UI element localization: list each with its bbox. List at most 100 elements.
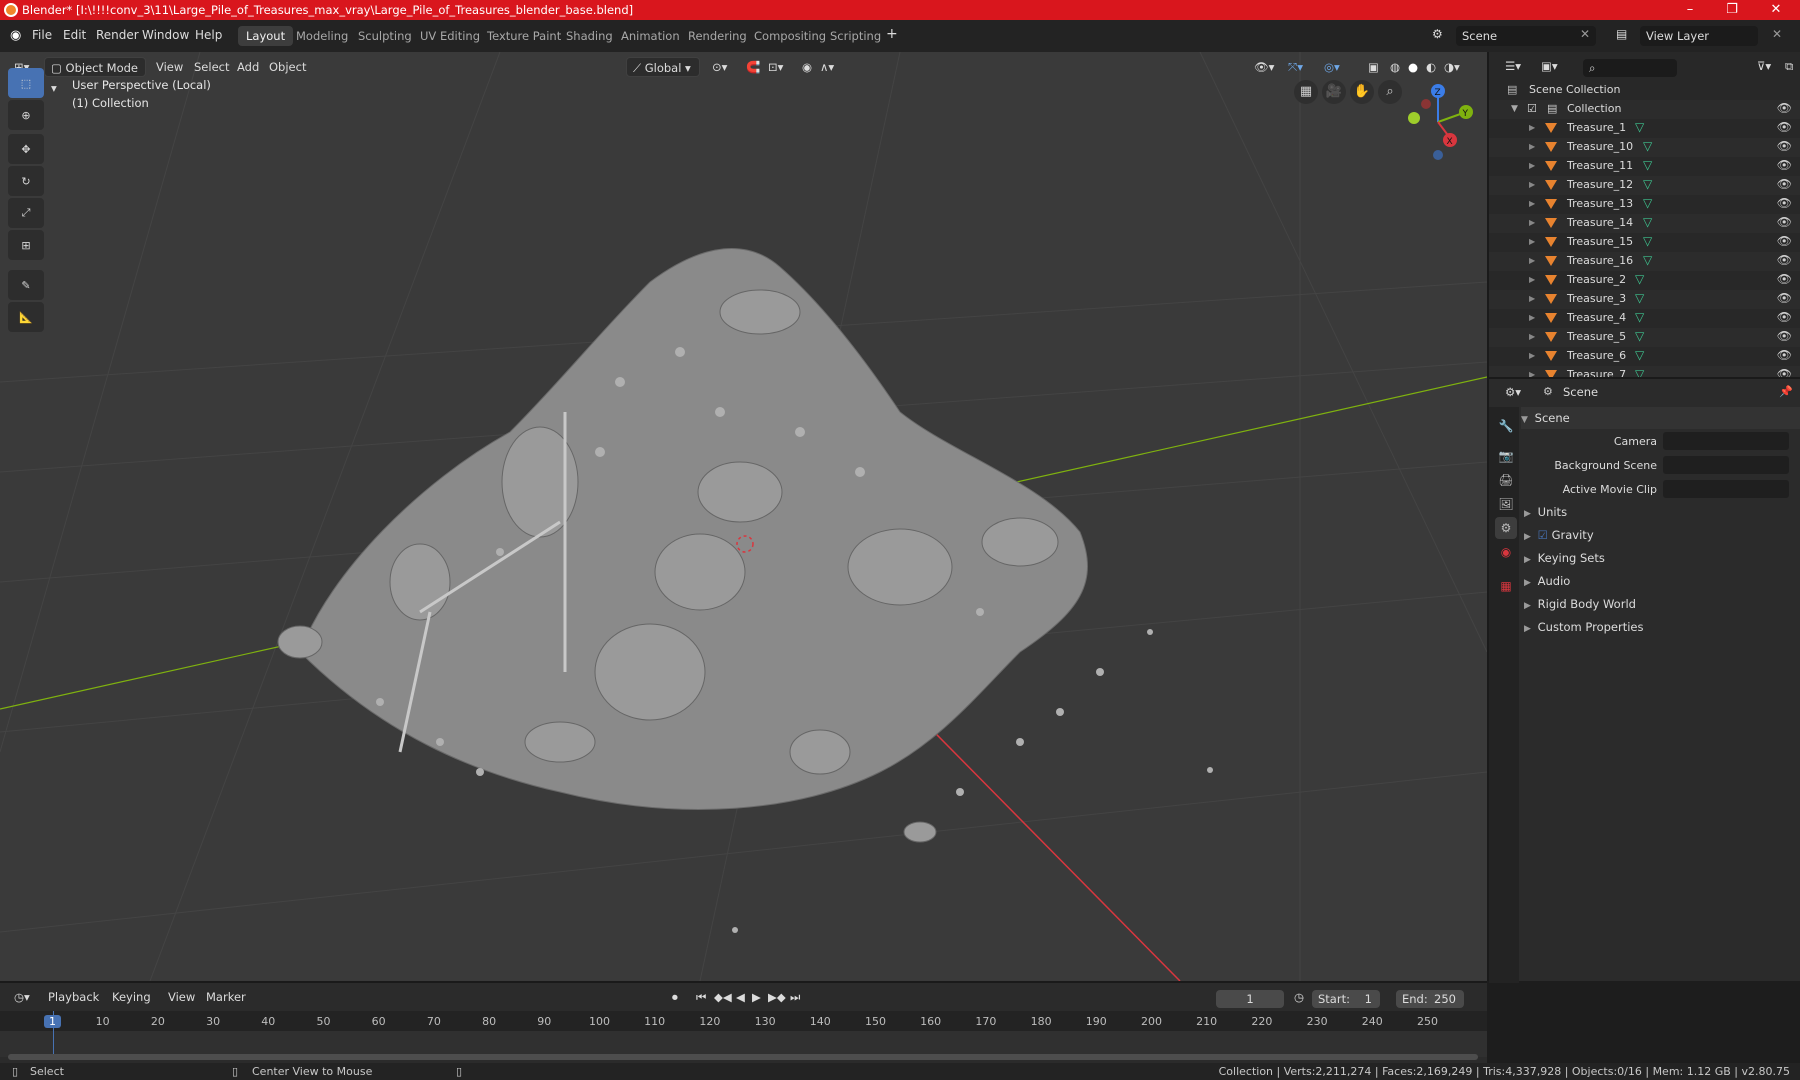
timeline-editor-type-icon[interactable]: ◷▾ (8, 987, 36, 1007)
current-frame-field[interactable]: 1 (1216, 990, 1284, 1008)
visibility-icon[interactable]: 👁 (1777, 253, 1792, 267)
gravity-checkbox[interactable]: ☑ (1538, 528, 1548, 542)
timeline-menu-playback[interactable]: Playback (42, 987, 105, 1007)
menu-edit[interactable]: Edit (63, 28, 86, 42)
expand-icon[interactable]: ▶ (1529, 237, 1535, 246)
collection-visibility-icon[interactable]: 👁 (1777, 101, 1792, 115)
scene-field[interactable]: Scene (1456, 26, 1596, 46)
keying-sets-section[interactable]: ▶ Keying Sets (1524, 547, 1605, 569)
mesh-data-icon[interactable]: ▽ (1643, 196, 1652, 210)
outliner-row-object[interactable]: ▶ Treasure_16 ▽ 👁 (1489, 252, 1800, 271)
falloff-icon[interactable]: ∧▾ (814, 57, 840, 77)
visibility-icon[interactable]: 👁 (1777, 215, 1792, 229)
scale-tool-icon[interactable]: ⤢ (8, 198, 44, 228)
visibility-icon[interactable]: 👁 (1777, 234, 1792, 248)
measure-tool-icon[interactable]: 📐 (8, 302, 44, 332)
workspace-tab-uv-editing[interactable]: UV Editing (412, 26, 488, 46)
camera-view-icon[interactable]: 🎥 (1322, 80, 1346, 104)
visibility-icon[interactable]: 👁 (1777, 348, 1792, 362)
rotate-tool-icon[interactable]: ↻ (8, 166, 44, 196)
blender-menu-icon[interactable]: ◉ (10, 28, 21, 43)
collection-checkbox-icon[interactable]: ☑ (1527, 102, 1537, 115)
menu-file[interactable]: File (32, 28, 52, 42)
active-movie-clip-field[interactable] (1663, 480, 1789, 498)
visibility-icon[interactable]: 👁 (1777, 120, 1792, 134)
visibility-icon[interactable]: 👁 (1777, 329, 1792, 343)
workspace-tab-modeling[interactable]: Modeling (288, 26, 356, 46)
visibility-icon[interactable]: 👁▾ (1248, 57, 1280, 77)
visibility-icon[interactable]: 👁 (1777, 310, 1792, 324)
expand-icon[interactable]: ▶ (1529, 123, 1535, 132)
mesh-data-icon[interactable]: ▽ (1643, 234, 1652, 248)
mesh-data-icon[interactable]: ▽ (1635, 348, 1644, 362)
mesh-data-icon[interactable]: ▽ (1643, 177, 1652, 191)
render-tab-icon[interactable]: 📷 (1495, 445, 1517, 467)
expand-icon[interactable]: ▶ (1529, 351, 1535, 360)
menu-window[interactable]: Window (142, 28, 189, 42)
tool-tab-icon[interactable]: 🔧 (1495, 415, 1517, 437)
maximize-button[interactable]: ❐ (1712, 0, 1752, 20)
visibility-icon[interactable]: 👁 (1777, 272, 1792, 286)
workspace-tab-compositing[interactable]: Compositing (746, 26, 834, 46)
expand-icon[interactable]: ▶ (1529, 256, 1535, 265)
viewport-menu-object[interactable]: Object (263, 57, 312, 77)
rigid-body-world-section[interactable]: ▶ Rigid Body World (1524, 593, 1636, 615)
outliner-search-input[interactable]: ⌕ (1583, 59, 1677, 77)
start-frame-field[interactable]: Start: 1 (1312, 990, 1380, 1008)
visibility-icon[interactable]: 👁 (1777, 158, 1792, 172)
close-window-button[interactable]: ✕ (1756, 0, 1796, 20)
auto-keying-clock-icon[interactable]: ◷ (1288, 987, 1310, 1007)
scene-selector-icon[interactable]: ⚙ (1432, 27, 1443, 41)
outliner-row-scene-collection[interactable]: ▤ Scene Collection (1489, 81, 1800, 100)
view-layer-field[interactable]: View Layer (1640, 26, 1758, 46)
visibility-icon[interactable]: 👁 (1777, 196, 1792, 210)
expand-icon[interactable]: ▶ (1529, 218, 1535, 227)
xray-toggle-icon[interactable]: ▣ (1362, 57, 1385, 77)
outliner-row-object[interactable]: ▶ Treasure_13 ▽ 👁 (1489, 195, 1800, 214)
outliner-row-object[interactable]: ▶ Treasure_14 ▽ 👁 (1489, 214, 1800, 233)
workspace-tab-scripting[interactable]: Scripting (822, 26, 889, 46)
outliner-row-object[interactable]: ▶ Treasure_10 ▽ 👁 (1489, 138, 1800, 157)
menu-help[interactable]: Help (195, 28, 222, 42)
navigation-gizmo[interactable]: Z Y X (1398, 82, 1478, 162)
timeline-scrollbar[interactable] (8, 1054, 1478, 1060)
transform-orientation-dropdown[interactable]: ⟋ Global ▾ (626, 57, 700, 77)
collapse-icon[interactable]: ▼ (1511, 104, 1518, 114)
outliner-row-object[interactable]: ▶ Treasure_4 ▽ 👁 (1489, 309, 1800, 328)
cursor-tool-icon[interactable]: ⊕ (8, 100, 44, 130)
workspace-tab-rendering[interactable]: Rendering (680, 26, 755, 46)
expand-icon[interactable]: ▶ (1529, 313, 1535, 322)
overlays-toggle-icon[interactable]: ◎▾ (1318, 57, 1346, 77)
transform-tool-icon[interactable]: ⊞ (8, 230, 44, 260)
timeline-menu-view[interactable]: View (162, 987, 201, 1007)
outliner-row-object[interactable]: ▶ Treasure_6 ▽ 👁 (1489, 347, 1800, 366)
expand-icon[interactable]: ▶ (1529, 332, 1535, 341)
object-mode-dropdown[interactable]: ▢ Object Mode ▾ (44, 57, 146, 95)
expand-icon[interactable]: ▶ (1529, 294, 1535, 303)
mesh-data-icon[interactable]: ▽ (1635, 272, 1644, 286)
outliner-row-object[interactable]: ▶ Treasure_3 ▽ 👁 (1489, 290, 1800, 309)
timeline-menu-keying[interactable]: Keying (106, 987, 157, 1007)
minimize-button[interactable]: – (1670, 0, 1710, 20)
custom-properties-section[interactable]: ▶ Custom Properties (1524, 616, 1644, 638)
expand-icon[interactable]: ▶ (1529, 275, 1535, 284)
mesh-data-icon[interactable]: ▽ (1643, 158, 1652, 172)
outliner-editor-type-icon[interactable]: ☰▾ (1499, 56, 1527, 76)
visibility-icon[interactable]: 👁 (1777, 139, 1792, 153)
expand-icon[interactable]: ▶ (1529, 161, 1535, 170)
outliner-row-object[interactable]: ▶ Treasure_5 ▽ 👁 (1489, 328, 1800, 347)
workspace-tab-animation[interactable]: Animation (613, 26, 688, 46)
timeline-menu-marker[interactable]: Marker (200, 987, 252, 1007)
world-tab-icon[interactable]: ◉ (1495, 541, 1517, 563)
mesh-data-icon[interactable]: ▽ (1635, 120, 1644, 134)
view-layer-icon[interactable]: ▤ (1616, 27, 1627, 41)
expand-icon[interactable]: ▶ (1529, 180, 1535, 189)
end-frame-field[interactable]: End: 250 (1396, 990, 1464, 1008)
output-tab-icon[interactable]: 🖨 (1495, 469, 1517, 491)
gravity-section[interactable]: ▶ ☑ Gravity (1524, 524, 1594, 546)
audio-section[interactable]: ▶ Audio (1524, 570, 1570, 592)
pin-icon[interactable]: 📌 (1779, 385, 1793, 398)
mesh-data-icon[interactable]: ▽ (1635, 310, 1644, 324)
mesh-data-icon[interactable]: ▽ (1643, 215, 1652, 229)
view-layer-close-icon[interactable]: ✕ (1772, 27, 1782, 41)
